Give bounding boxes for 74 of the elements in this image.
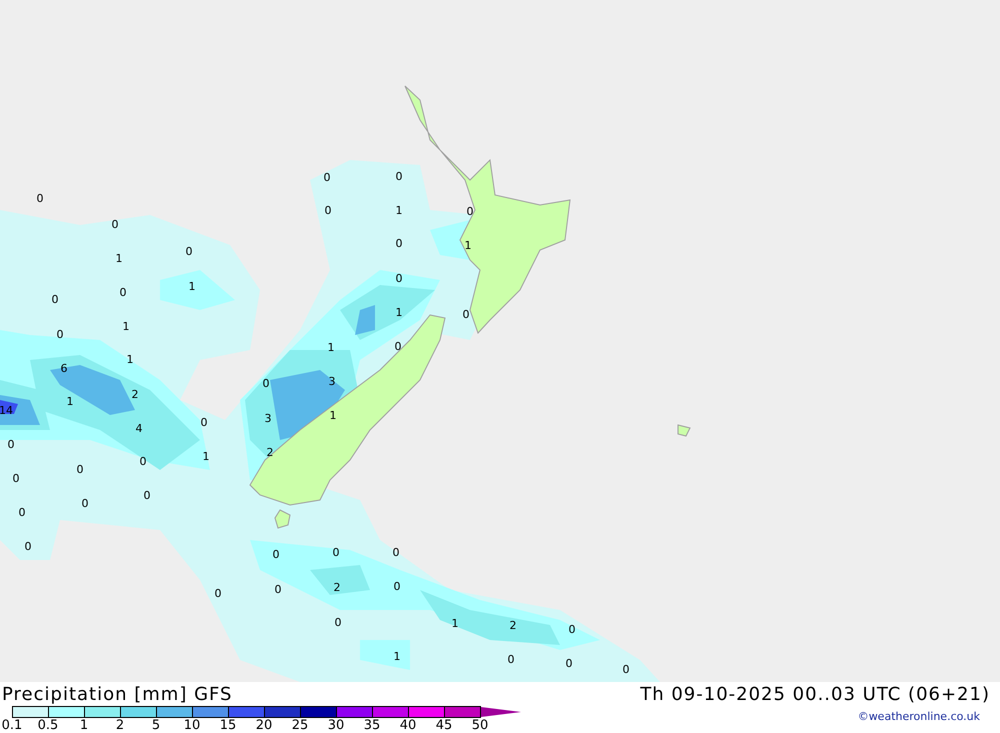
precipitation-value: 0 [332,546,340,559]
precipitation-value: 0 [566,657,572,670]
precipitation-value: 1 [394,650,400,663]
legend-tick-label: 2 [114,718,126,733]
legend-tick-label: 0.5 [36,718,60,733]
precipitation-value: 1 [202,450,210,463]
precipitation-value: 3 [328,375,336,388]
precipitation-value: 0 [324,171,330,184]
precipitation-value: 2 [334,581,340,594]
precipitation-value: 1 [396,306,402,319]
precipitation-value: 2 [266,446,274,459]
precipitation-value: 0 [394,340,402,353]
precipitation-value: 0 [214,587,222,600]
legend-tick-label: 15 [218,718,238,733]
precipitation-value: 0 [200,416,208,429]
precipitation-value: 0 [396,170,402,183]
precipitation-value: 1 [330,409,336,422]
precipitation-value: 1 [126,353,134,366]
precipitation-value: 6 [60,362,68,375]
precipitation-value: 0 [396,237,402,250]
precipitation-value: 0 [622,663,630,676]
precipitation-value: 1 [464,239,472,252]
precipitation-value: 0 [186,245,192,258]
legend-tick-label: 25 [290,718,310,733]
copyright-link[interactable]: ©weatheronline.co.uk [858,710,980,723]
precipitation-value: 1 [328,341,334,354]
precipitation-value: 0 [12,472,20,485]
precipitation-value: 14 [0,404,13,417]
legend-tick-label: 10 [182,718,202,733]
precipitation-value: 0 [262,377,270,390]
precipitation-value: 4 [136,422,142,435]
precipitation-value: 3 [264,412,272,425]
legend-tick-label: 0.1 [0,718,24,733]
precipitation-value: 0 [334,616,342,629]
precipitation-value: 0 [112,218,118,231]
precipitation-value: 0 [82,497,88,510]
precipitation-value: 2 [132,388,138,401]
precipitation-value: 2 [510,619,516,632]
precipitation-value: 0 [24,540,32,553]
legend-tick-label: 35 [362,718,382,733]
precipitation-value: 0 [272,548,280,561]
precipitation-value: 0 [466,205,474,218]
precipitation-value: 0 [36,192,44,205]
precipitation-value: 0 [144,489,150,502]
precipitation-value: 0 [52,293,58,306]
precipitation-value: 1 [188,280,196,293]
precipitation-value: 0 [462,308,470,321]
precipitation-value: 0 [392,546,400,559]
precipitation-value: 0 [568,623,576,636]
legend-tick-label: 1 [78,718,90,733]
precipitation-value: 0 [508,653,514,666]
precipitation-value: 0 [324,204,332,217]
precipitation-value: 0 [120,286,126,299]
legend-tick-label: 40 [398,718,418,733]
precipitation-value: 1 [116,252,122,265]
legend-tick-label: 5 [150,718,162,733]
legend-tick-label: 45 [434,718,454,733]
legend-tick-label: 50 [470,718,490,733]
precipitation-value: 0 [76,463,84,476]
precipitation-value: 0 [18,506,26,519]
precipitation-value: 0 [56,328,64,341]
precipitation-value: 1 [122,320,130,333]
precipitation-value: 0 [396,272,402,285]
precipitation-value: 0 [8,438,14,451]
valid-time: Th 09-10-2025 00..03 UTC (06+21) [640,684,990,704]
map-title: Precipitation [mm] GFS [2,684,232,704]
precipitation-value: 0 [140,455,146,468]
precipitation-value: 1 [66,395,74,408]
precipitation-value: 0 [274,583,282,596]
precipitation-value: 0 [394,580,400,593]
precipitation-value: 1 [396,204,402,217]
legend-tick-label: 30 [326,718,346,733]
legend-tick-label: 20 [254,718,274,733]
precipitation-value: 1 [452,617,458,630]
